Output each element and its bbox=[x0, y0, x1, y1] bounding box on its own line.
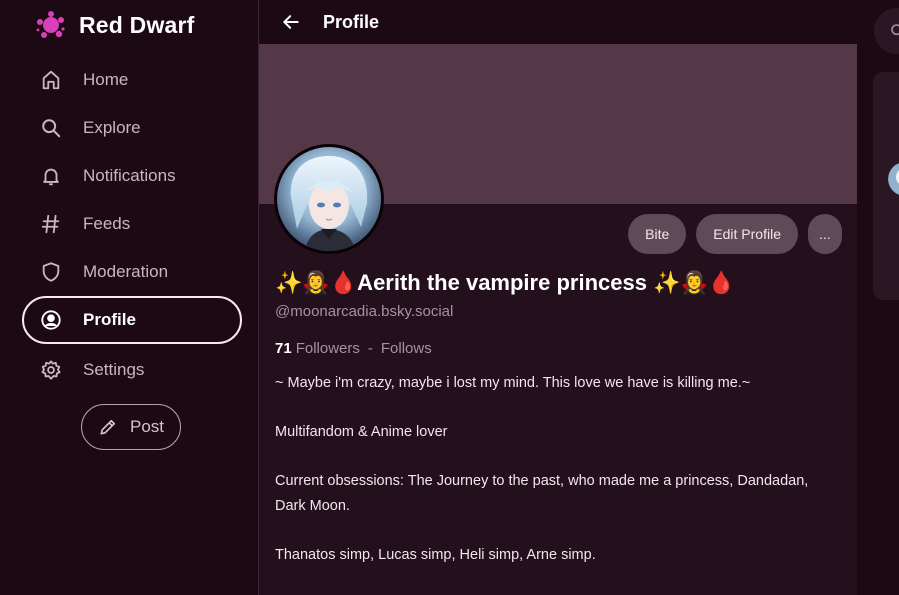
followers-label: Followers bbox=[295, 340, 360, 357]
bio-line: Current obsessions: The Journey to the p… bbox=[275, 473, 809, 514]
suggestion-card bbox=[873, 72, 899, 300]
avatar[interactable] bbox=[274, 144, 384, 254]
sidebar-item-moderation[interactable]: Moderation bbox=[22, 248, 242, 296]
shield-icon bbox=[39, 260, 63, 284]
bio-spacer bbox=[275, 445, 835, 470]
bite-button[interactable]: Bite bbox=[628, 214, 687, 254]
bio-spacer bbox=[275, 396, 835, 421]
sidebar-item-label: Moderation bbox=[83, 262, 169, 281]
home-icon bbox=[39, 68, 63, 92]
user-circle-icon bbox=[39, 308, 63, 332]
page-title: Profile bbox=[323, 11, 380, 32]
sidebar-item-feeds[interactable]: Feeds bbox=[22, 200, 242, 248]
follows-link[interactable]: Follows bbox=[381, 340, 432, 357]
more-options-button[interactable]: ... bbox=[808, 214, 842, 254]
gear-icon bbox=[39, 358, 63, 382]
profile-bio: ~ Maybe i'm crazy, maybe i lost my mind.… bbox=[275, 371, 835, 567]
profile-column: Profile bbox=[258, 0, 858, 595]
search-icon bbox=[39, 116, 63, 140]
followers-link[interactable]: 71 Followers bbox=[275, 340, 360, 357]
profile-header: Profile bbox=[259, 0, 857, 44]
sidebar-nav: Home Explore Notifications Feeds Moderat… bbox=[22, 56, 242, 394]
sidebar-item-label: Profile bbox=[83, 310, 136, 329]
edit-profile-button[interactable]: Edit Profile bbox=[696, 214, 798, 254]
sidebar: Red Dwarf Home Explore Notifications Fee… bbox=[0, 0, 258, 595]
sidebar-item-label: Explore bbox=[83, 118, 141, 137]
stats-separator: - bbox=[367, 340, 373, 357]
profile-stats: 71 Followers - Follows bbox=[275, 340, 432, 357]
avatar-image bbox=[277, 147, 381, 251]
sidebar-item-notifications[interactable]: Notifications bbox=[22, 152, 242, 200]
sidebar-item-label: Home bbox=[83, 70, 129, 89]
post-button[interactable]: Post bbox=[81, 404, 181, 450]
followers-count: 71 bbox=[275, 340, 292, 357]
search-input[interactable] bbox=[874, 8, 899, 54]
sidebar-item-explore[interactable]: Explore bbox=[22, 104, 242, 152]
search-icon bbox=[890, 23, 899, 44]
sidebar-item-label: Notifications bbox=[83, 166, 176, 185]
bio-line: Thanatos simp, Lucas simp, Heli simp, Ar… bbox=[275, 546, 596, 563]
profile-actions: Bite Edit Profile ... bbox=[618, 214, 842, 254]
app: Red Dwarf Home Explore Notifications Fee… bbox=[0, 0, 899, 595]
pencil-icon bbox=[98, 417, 118, 437]
sidebar-item-label: Feeds bbox=[83, 214, 131, 233]
suggestion-avatar[interactable] bbox=[888, 162, 899, 196]
sidebar-item-home[interactable]: Home bbox=[22, 56, 242, 104]
profile-handle: @moonarcadia.bsky.social bbox=[275, 303, 454, 320]
brand-name: Red Dwarf bbox=[79, 11, 195, 38]
bio-line: ~ Maybe i'm crazy, maybe i lost my mind.… bbox=[275, 375, 751, 391]
arrow-left-icon[interactable] bbox=[279, 10, 303, 34]
splat-logo-icon bbox=[36, 10, 66, 40]
bell-icon bbox=[39, 164, 63, 188]
post-label: Post bbox=[129, 417, 165, 436]
bio-spacer bbox=[275, 518, 835, 543]
hash-icon bbox=[39, 212, 63, 236]
sidebar-item-settings[interactable]: Settings bbox=[22, 346, 242, 394]
bio-line: Multifandom & Anime lover bbox=[275, 424, 448, 440]
right-column bbox=[857, 0, 899, 595]
sidebar-item-label: Settings bbox=[83, 360, 145, 379]
brand[interactable]: Red Dwarf bbox=[36, 8, 195, 42]
profile-display-name: ✨🧛‍♀️🩸Aerith the vampire princess ✨🧛‍♀️🩸 bbox=[275, 270, 736, 295]
sidebar-item-profile[interactable]: Profile bbox=[22, 296, 242, 344]
